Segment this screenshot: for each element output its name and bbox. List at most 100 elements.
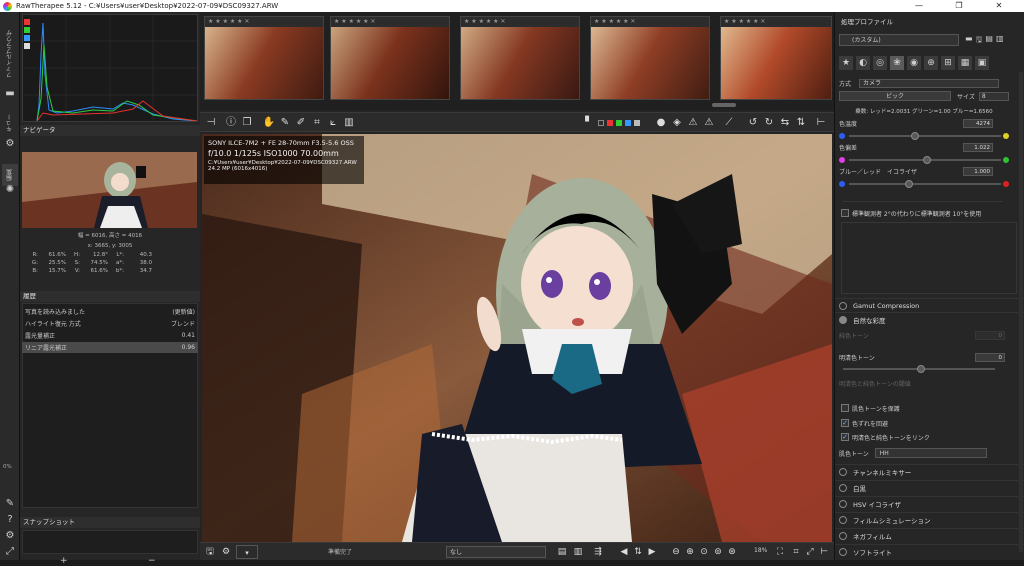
perspective-icon[interactable]: ▥ [342,116,356,130]
avoid-shift-checkbox[interactable]: ✓ [841,419,849,427]
tab-file-browser[interactable]: ファイルブラウザ [2,26,18,82]
pick-button[interactable]: ピック [839,91,951,101]
power-toggle-icon[interactable] [839,515,847,524]
channel-green-button[interactable] [616,120,622,126]
slider-knob[interactable] [917,365,925,373]
green-toggle[interactable] [24,27,30,33]
crop-detail-icon[interactable]: ⌗ [790,545,802,559]
fullscreen-view-icon[interactable]: ⤢ [804,545,816,559]
power-toggle-icon[interactable] [839,531,847,540]
compare-icon[interactable]: ⇶ [592,545,604,559]
zoom-100-icon[interactable]: ⊙ [698,545,710,559]
tool-film-simulation[interactable]: フィルムシミュレーション [835,512,1024,526]
std-observer-checkbox[interactable] [841,209,849,217]
save-icon[interactable]: 🖫 [204,545,216,559]
tool-hsv-equalizer[interactable]: HSV イコライザ [835,496,1024,510]
filmstrip-thumbnail[interactable]: ★ ★ ★ ★ ★ ✕ [204,16,324,100]
history-item[interactable]: 写真を読み込みました (更新値) [22,306,198,317]
history-item-selected[interactable]: リニア露光補正 0.96 [22,342,198,353]
color-temp-slider[interactable] [849,131,1001,141]
tint-input[interactable]: 1.022 [963,143,993,152]
filmstrip-scrollbar[interactable] [712,103,736,107]
tool-soft-light[interactable]: ソフトライト [835,544,1024,558]
filmstrip-thumbnail[interactable]: ★ ★ ★ ★ ★ ✕ [460,16,580,100]
minimize-button[interactable]: — [904,0,934,12]
link-tones-checkbox[interactable]: ✓ [841,433,849,441]
tool-black-white[interactable]: 白黒 [835,480,1024,494]
tool-film-negative[interactable]: ネガフィルム [835,528,1024,542]
power-toggle-icon[interactable] [839,483,847,492]
detail-window-icon[interactable]: ⛶ [774,545,786,559]
transform-tab-icon[interactable]: ⊞ [941,56,955,70]
dot-icon[interactable]: ● [654,116,668,130]
help-icon[interactable]: ? [4,514,16,526]
channel-blue-button[interactable] [625,120,631,126]
focus-mask-icon[interactable]: ▘ [582,116,596,130]
info-icon[interactable]: ⓘ [224,116,238,130]
crop-icon[interactable]: ⌗ [310,116,324,130]
blue-red-slider[interactable] [849,179,1001,189]
advanced-tab-icon[interactable]: ◉ [907,56,921,70]
power-toggle-icon[interactable] [839,315,847,324]
copy-icon[interactable]: ▤ [556,545,568,559]
power-toggle-icon[interactable] [839,499,847,508]
channel-luminance-button[interactable] [634,120,640,126]
flip-h-icon[interactable]: ⇆ [778,116,792,130]
protect-skin-checkbox[interactable] [841,404,849,412]
processing-profile-select[interactable]: (カスタム) [839,34,959,46]
fullscreen-icon[interactable]: ⤢ [4,546,16,558]
warning-highlight-icon[interactable]: ⚠ [702,116,716,130]
power-toggle-icon[interactable] [839,467,847,476]
pastel-tones-input[interactable]: 0 [975,331,1005,340]
zoom-fill-icon[interactable]: ⊛ [726,545,738,559]
remove-snapshot-button[interactable]: − [148,556,156,566]
thumb-rating-bar[interactable]: ★ ★ ★ ★ ★ ✕ [461,17,579,27]
open-folder-icon[interactable]: ▬ [965,34,973,48]
detail-tab-icon[interactable]: ◎ [873,56,887,70]
clipping-shadow-icon[interactable]: ◈ [670,116,684,130]
sync-icon[interactable]: ⇅ [632,545,644,559]
tab-queue[interactable]: キュー [2,112,18,134]
warning-icon[interactable]: ⚠ [686,116,700,130]
hide-right-bottom-icon[interactable]: ⊢ [818,545,830,559]
tool-gamut-compression[interactable]: Gamut Compression [835,298,1024,312]
thumb-rating-bar[interactable]: ★ ★ ★ ★ ★ ✕ [205,17,323,27]
hand-tool-icon[interactable]: ✋ [262,116,276,130]
blue-toggle[interactable] [24,35,30,41]
channel-none-button[interactable] [598,120,604,126]
filmstrip-thumbnail[interactable]: ★ ★ ★ ★ ★ ✕ [720,16,832,100]
tint-slider[interactable] [849,155,1001,165]
folder-icon[interactable]: ▬ [4,88,16,100]
queue-icon[interactable]: ⚙ [220,545,232,559]
favorites-tab-icon[interactable]: ★ [839,56,853,70]
tab-editor[interactable]: 編集 [2,164,18,186]
metadata-tab-icon[interactable]: ▣ [975,56,989,70]
raw-tab-icon[interactable]: ▦ [958,56,972,70]
zoom-in-icon[interactable]: ⊕ [684,545,696,559]
exposure-tab-icon[interactable]: ◐ [856,56,870,70]
paste-profile-icon[interactable]: ▥ [996,34,1004,48]
before-after-icon[interactable]: ❐ [240,116,254,130]
history-item[interactable]: 露光量補正 0.41 [22,330,198,341]
filmstrip-thumbnail[interactable]: ★ ★ ★ ★ ★ ✕ [330,16,450,100]
power-toggle-icon[interactable] [839,547,847,556]
close-button[interactable]: ✕ [984,0,1014,12]
tool-channel-mixer[interactable]: チャンネルミキサー [835,464,1024,478]
color-temp-input[interactable]: 4274 [963,119,993,128]
size-select[interactable]: 8 [978,91,1009,101]
wb-picker-icon[interactable]: ✎ [278,116,292,130]
power-toggle-icon[interactable] [839,301,847,310]
external-editor-select[interactable]: ▾ [236,545,258,559]
curve-icon[interactable]: ⟋ [722,116,736,130]
spot-icon[interactable]: ✐ [294,116,308,130]
settings-icon[interactable]: ⚙ [4,530,16,542]
skin-curve-editor[interactable]: HH [874,448,987,458]
profile-select[interactable]: なし [446,546,546,558]
hide-panel-icon[interactable]: ⊣ [204,116,218,130]
zoom-out-icon[interactable]: ⊖ [670,545,682,559]
add-snapshot-button[interactable]: + [60,556,68,566]
color-tab-icon[interactable]: ❀ [890,56,904,70]
luminance-toggle[interactable] [24,43,30,49]
rotate-left-icon[interactable]: ↺ [746,116,760,130]
right-panel-scrollbar[interactable] [1019,72,1023,552]
